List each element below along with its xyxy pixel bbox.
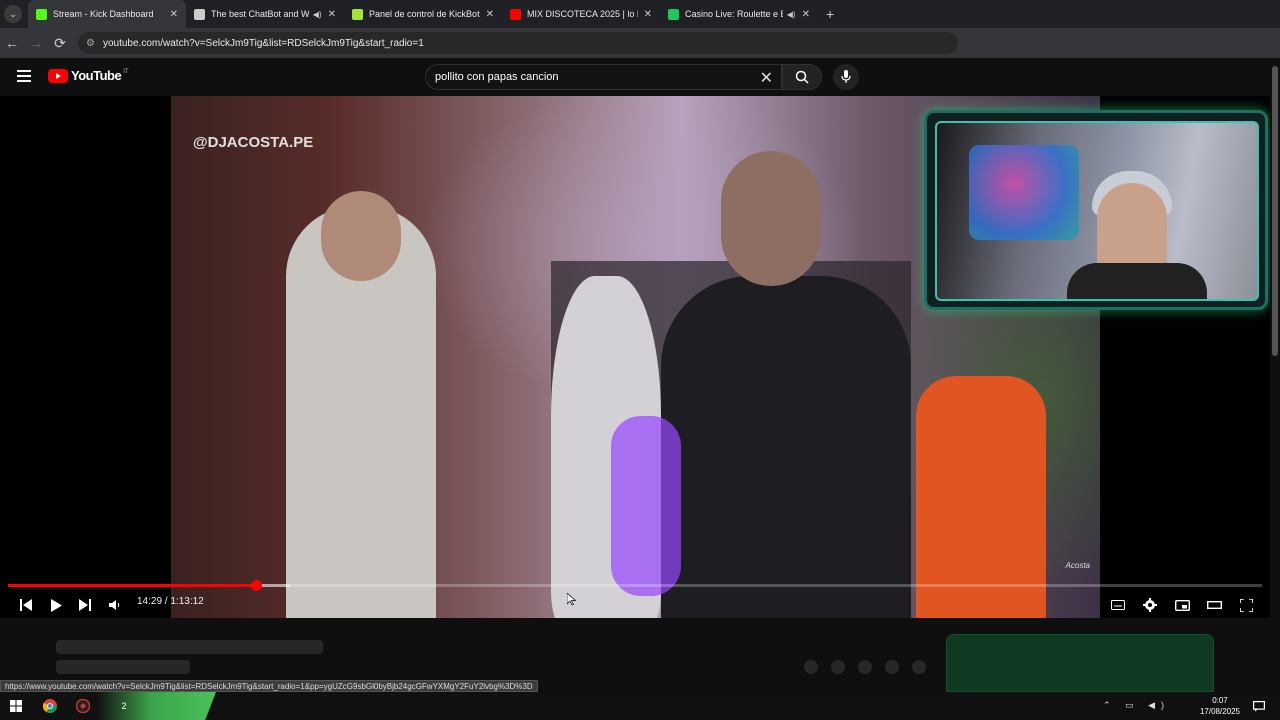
youtube-logo-text: YouTube <box>71 68 122 83</box>
back-button[interactable]: ← <box>0 35 24 51</box>
browser-tab[interactable]: Stream - Kick Dashboard ✕ <box>28 0 186 28</box>
browser-tab[interactable]: Panel de control de KickBot ✕ <box>344 0 502 28</box>
close-tab-icon[interactable]: ✕ <box>802 9 810 20</box>
youtube-icon <box>510 8 521 20</box>
browser-tab-title: The best ChatBot and Widg <box>211 9 309 19</box>
tab-audio-icon[interactable]: ◀) <box>313 10 322 19</box>
search-input-value: pollito con papas cancion <box>435 71 559 83</box>
chrome-taskbar-icon[interactable] <box>42 698 58 714</box>
tab-search-button[interactable]: ⌄ <box>4 5 22 23</box>
chevron-down-icon: ⌄ <box>9 8 17 19</box>
browser-tab[interactable]: MIX DISCOTECA 2025 | lo MEJO ✕ <box>502 0 660 28</box>
volume-button[interactable] <box>104 594 126 616</box>
streamer-webcam-overlay <box>924 110 1268 310</box>
video-watermark: @DJACOSTA.PE <box>193 134 314 151</box>
play-button[interactable] <box>45 594 67 616</box>
next-button[interactable] <box>74 594 96 616</box>
browser-tab[interactable]: The best ChatBot and Widg ◀) ✕ <box>186 0 344 28</box>
fullscreen-icon <box>1239 598 1253 612</box>
page-scrollbar[interactable] <box>1270 58 1280 692</box>
title-placeholder <box>56 640 323 654</box>
tab-audio-icon[interactable]: ◀) <box>787 10 796 19</box>
taskbar-badge-count[interactable]: 2 <box>116 698 132 714</box>
search-icon <box>795 70 809 84</box>
gear-icon <box>1143 598 1157 612</box>
miniplayer-icon <box>1174 599 1190 611</box>
status-bar-url: https://www.youtube.com/watch?v=SelckJm9… <box>0 680 538 692</box>
voice-search-button[interactable] <box>833 64 859 90</box>
clock-date: 17/08/2025 <box>1199 707 1240 716</box>
close-tab-icon[interactable]: ✕ <box>486 9 494 20</box>
address-bar[interactable]: ⚙ youtube.com/watch?v=SelckJm9Tig&list=R… <box>78 32 958 54</box>
site-info-icon[interactable]: ⚙ <box>86 38 95 49</box>
kick-icon <box>36 8 47 20</box>
skip-previous-icon <box>20 599 32 611</box>
time-display: 14:29 / 1:13:12 <box>137 596 204 607</box>
botrix-icon <box>194 8 205 20</box>
settings-button[interactable] <box>1139 594 1161 616</box>
scrollbar-thumb[interactable] <box>1272 66 1278 356</box>
kickbot-icon <box>352 8 363 20</box>
browser-tab-title: Casino Live: Roulette e Blac <box>685 9 783 19</box>
theater-mode-button[interactable] <box>1203 594 1225 616</box>
action-placeholders <box>804 660 926 674</box>
miniplayer-button[interactable] <box>1171 594 1193 616</box>
channel-placeholder <box>56 660 190 674</box>
time-total: 1:13:12 <box>170 596 204 607</box>
mouse-cursor-icon <box>566 592 577 611</box>
windows-start-icon[interactable] <box>8 698 24 714</box>
browser-tab[interactable]: Casino Live: Roulette e Blac ◀) ✕ <box>660 0 818 28</box>
youtube-logo[interactable]: YouTube IT <box>48 68 129 83</box>
skip-next-icon <box>79 599 91 611</box>
close-tab-icon[interactable]: ✕ <box>328 9 336 20</box>
volume-icon <box>109 600 120 610</box>
address-url: youtube.com/watch?v=SelckJm9Tig&list=RDS… <box>102 37 424 49</box>
corner-watermark: Acosta <box>1065 561 1090 570</box>
close-tab-icon[interactable]: ✕ <box>644 9 652 20</box>
browser-tab-title: MIX DISCOTECA 2025 | lo MEJO <box>527 9 638 19</box>
subtitles-button[interactable] <box>1107 594 1129 616</box>
youtube-header: YouTube IT pollito con papas cancion ✕ <box>0 58 1280 96</box>
close-tab-icon[interactable]: ✕ <box>170 9 178 20</box>
gamer-banner-image <box>969 145 1079 240</box>
windows-taskbar: 2 ⌃ ▭ ◀) 0:07 17/08/2025 <box>0 692 1280 720</box>
system-tray-icons[interactable]: ⌃ ▭ ◀) <box>1103 700 1170 711</box>
browser-tab-strip: ⌄ Stream - Kick Dashboard ✕ The best ChatB… <box>0 0 1280 28</box>
previous-button[interactable] <box>15 594 37 616</box>
search-button[interactable] <box>782 64 822 90</box>
fullscreen-button[interactable] <box>1235 594 1257 616</box>
casino-icon <box>668 8 679 20</box>
side-panel-placeholder <box>946 634 1214 692</box>
taskbar-highlight <box>0 692 216 720</box>
play-icon <box>51 598 62 612</box>
country-code: IT <box>123 68 129 75</box>
new-tab-button[interactable]: + <box>826 6 834 22</box>
browser-tab-title: Stream - Kick Dashboard <box>53 9 154 19</box>
app-taskbar-icon[interactable] <box>75 698 91 714</box>
browser-tab-title: Panel de control de KickBot <box>369 9 480 19</box>
progress-bar[interactable] <box>8 580 1262 591</box>
youtube-play-logo-icon <box>48 68 68 83</box>
taskbar-clock[interactable]: 0:07 17/08/2025 <box>1200 695 1240 717</box>
time-current: 14:29 <box>137 596 163 607</box>
microphone-icon <box>841 70 851 83</box>
search-input[interactable]: pollito con papas cancion ✕ <box>425 64 782 90</box>
progress-played <box>8 584 257 587</box>
clock-time: 0:07 <box>1212 696 1228 705</box>
theater-mode-icon <box>1206 601 1222 609</box>
menu-icon[interactable] <box>17 70 31 82</box>
forward-button[interactable]: → <box>24 35 48 51</box>
subtitles-icon <box>1111 600 1125 610</box>
notifications-icon[interactable] <box>1251 698 1267 714</box>
video-player[interactable]: @DJACOSTA.PE Acosta 14:29 / 1:13:12 <box>0 96 1280 618</box>
browser-toolbar: ← → ⟳ ⚙ youtube.com/watch?v=SelckJm9Tig&… <box>0 28 1280 58</box>
clear-search-icon[interactable]: ✕ <box>760 68 773 88</box>
reload-button[interactable]: ⟳ <box>48 35 72 52</box>
